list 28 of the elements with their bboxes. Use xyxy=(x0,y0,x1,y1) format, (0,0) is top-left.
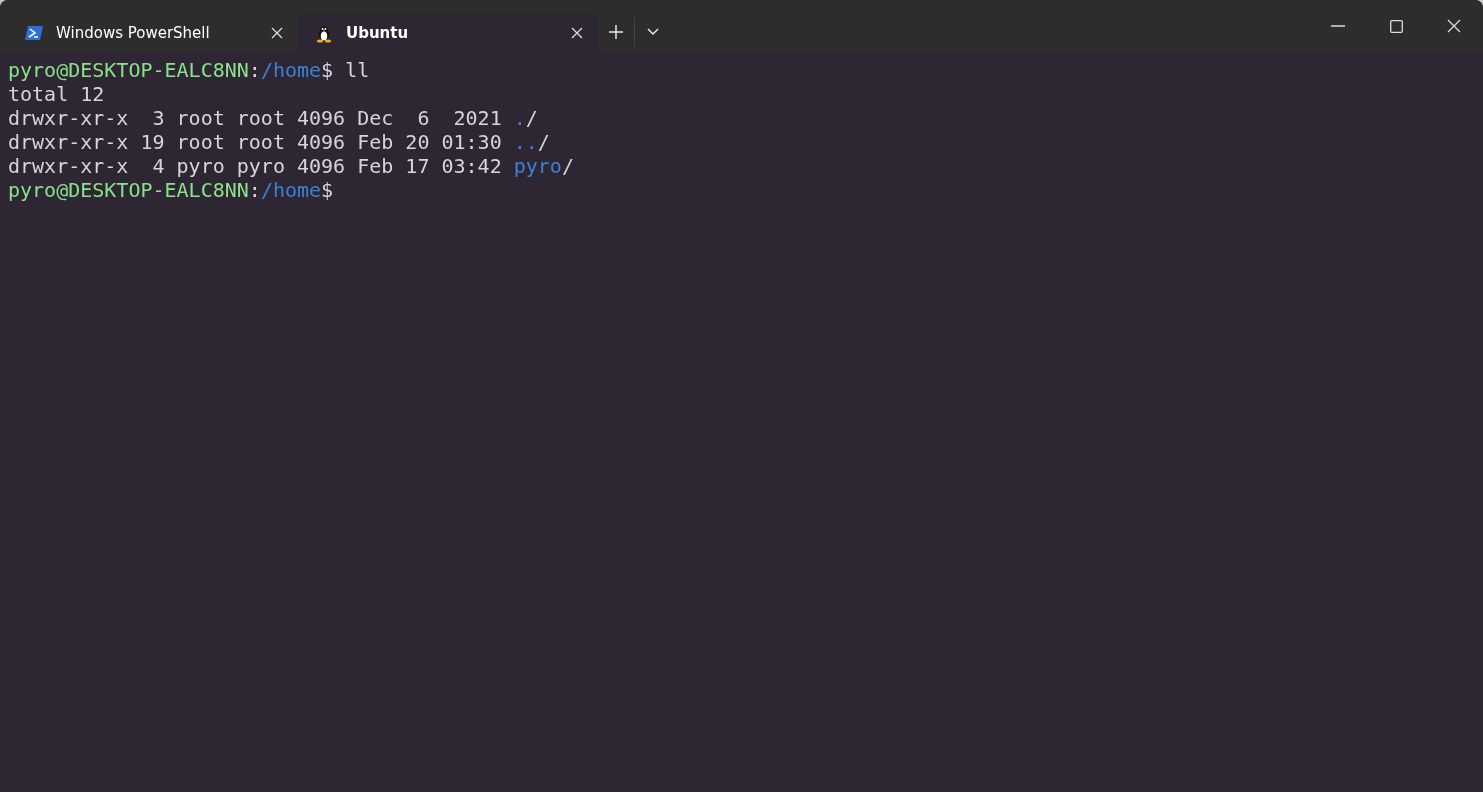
close-icon xyxy=(1447,19,1461,33)
prompt-user-host: pyro@DESKTOP-EALC8NN xyxy=(8,58,249,82)
powershell-icon xyxy=(24,23,44,43)
terminal-text: / xyxy=(525,106,538,130)
plus-icon xyxy=(608,24,624,40)
terminal-text: : xyxy=(248,58,261,82)
maximize-icon xyxy=(1389,19,1403,33)
terminal-text: $ ll xyxy=(321,58,370,82)
directory-name: pyro xyxy=(513,154,562,178)
terminal-text: / xyxy=(561,154,574,178)
prompt-path: /home xyxy=(260,58,322,82)
terminal-text: total 12 xyxy=(8,82,105,106)
terminal-text: $ xyxy=(321,178,334,202)
minimize-icon xyxy=(1331,25,1345,27)
directory-name: . xyxy=(513,106,526,130)
terminal-text: : xyxy=(248,178,261,202)
terminal-text: drwxr-xr-x 4 pyro pyro 4096 Feb 17 03:42 xyxy=(8,154,503,178)
terminal-text: / xyxy=(537,130,550,154)
directory-name: .. xyxy=(513,130,538,154)
prompt-user-host: pyro@DESKTOP-EALC8NN xyxy=(8,178,249,202)
close-icon[interactable] xyxy=(570,26,584,40)
caret-icon xyxy=(647,28,659,36)
terminal-text: drwxr-xr-x 19 root root 4096 Feb 20 01:30 xyxy=(8,130,503,154)
tab[interactable]: Ubuntu xyxy=(298,14,598,52)
prompt-path: /home xyxy=(260,178,322,202)
tab[interactable]: Windows PowerShell xyxy=(8,14,298,52)
terminal-text: drwxr-xr-x 3 root root 4096 Dec 6 2021 xyxy=(8,106,503,130)
close-icon[interactable] xyxy=(270,26,284,40)
